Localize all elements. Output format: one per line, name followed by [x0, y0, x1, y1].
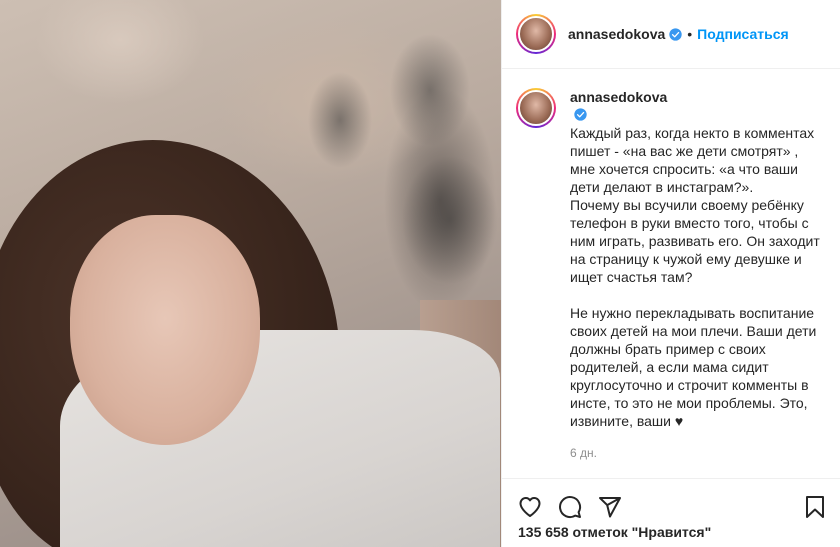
post-photo[interactable] [0, 0, 501, 547]
photo-detail [70, 215, 260, 445]
caption-username-link[interactable]: annasedokova [570, 89, 667, 105]
caption-text: Каждый раз, когда некто в комментах пише… [570, 125, 820, 429]
caption: annasedokova Каждый раз, когда некто в к… [570, 88, 825, 479]
action-bar [502, 478, 840, 526]
share-icon[interactable] [598, 495, 622, 519]
avatar-image [518, 16, 554, 52]
avatar[interactable] [516, 88, 556, 128]
likes-counter[interactable]: 135 658 отметок "Нравится" [518, 524, 711, 540]
post-header: annasedokova • Подписаться [502, 0, 840, 69]
caption-section: annasedokova Каждый раз, когда некто в к… [502, 70, 840, 479]
separator-dot: • [687, 26, 693, 42]
avatar[interactable] [516, 14, 556, 54]
username-link[interactable]: annasedokova [568, 26, 665, 42]
verified-badge-icon [669, 27, 682, 41]
likes-count: 135 658 [518, 524, 569, 540]
post-timestamp[interactable]: 6 дн. [570, 444, 825, 462]
heart-icon[interactable] [518, 495, 542, 519]
likes-label: отметок "Нравится" [572, 524, 712, 540]
verified-badge-icon [574, 108, 587, 121]
caption-text-block: annasedokova Каждый раз, когда некто в к… [570, 88, 825, 430]
avatar-image [518, 90, 554, 126]
bookmark-icon[interactable] [803, 495, 827, 519]
follow-button[interactable]: Подписаться [697, 26, 789, 42]
post-side-panel: annasedokova • Подписаться annasedokova … [501, 0, 840, 547]
comment-icon[interactable] [558, 495, 582, 519]
